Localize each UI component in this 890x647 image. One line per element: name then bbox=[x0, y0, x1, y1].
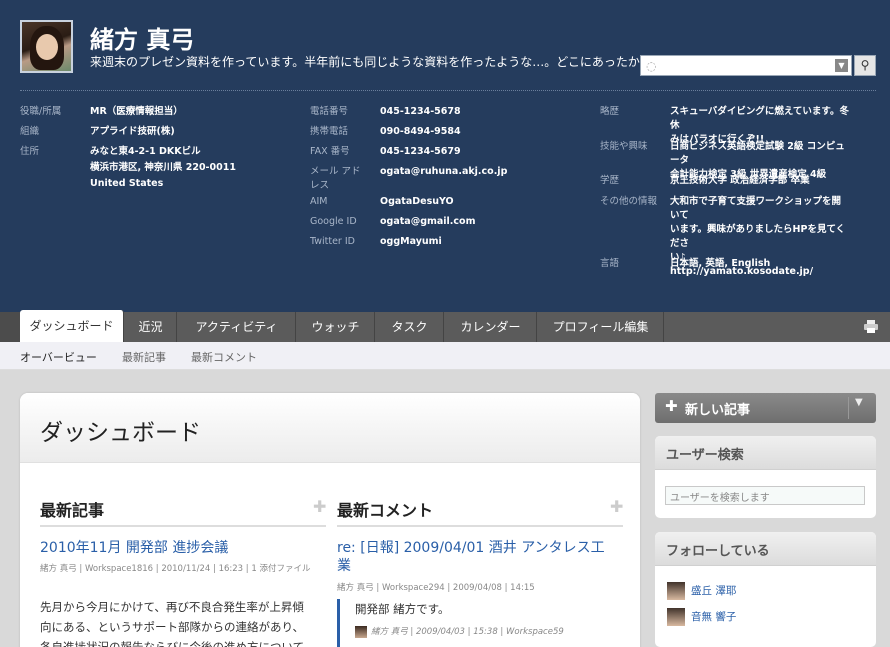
avatar bbox=[355, 625, 367, 638]
recent-posts-title: 最新記事 bbox=[40, 501, 105, 520]
post-excerpt: 先月から今月にかけて、再び不良合発生率が上昇傾向にある、というサポート部隊からの… bbox=[40, 600, 305, 647]
info-label: AIM bbox=[310, 196, 328, 207]
search-input[interactable]: ◌ ▼ bbox=[640, 55, 852, 76]
phone-value: 045-1234-5678 bbox=[380, 106, 461, 117]
info-line: 日本語, 英語, English bbox=[670, 258, 771, 269]
following-user-name: 盛丘 澤耶 bbox=[691, 585, 737, 597]
profile-header: 緒方 真弓 来週末のプレゼン資料を作っています。半年前にも同じような資料を作った… bbox=[0, 0, 890, 312]
header-divider bbox=[20, 90, 876, 91]
loading-icon: ◌ bbox=[646, 59, 657, 73]
tab-dashboard[interactable]: ダッシュボード bbox=[20, 310, 124, 342]
tab-watch[interactable]: ウォッチ bbox=[297, 312, 375, 342]
tab-activity[interactable]: アクティビティ bbox=[178, 312, 296, 342]
chevron-down-icon[interactable]: ▼ bbox=[855, 397, 863, 408]
info-value: United States bbox=[90, 178, 164, 189]
tab-calendar[interactable]: カレンダー bbox=[445, 312, 537, 342]
info-label: 携帯電話 bbox=[310, 126, 349, 137]
plus-icon: ✚ bbox=[665, 397, 678, 415]
email-link[interactable]: ogata@ruhuna.akj.co.jp bbox=[380, 165, 507, 179]
tab-tasks[interactable]: タスク bbox=[376, 312, 444, 342]
profile-avatar[interactable] bbox=[20, 20, 73, 73]
subnav-recent-comments[interactable]: 最新コメント bbox=[191, 349, 257, 365]
recent-comments-title: 最新コメント bbox=[337, 501, 434, 520]
info-label: FAX 番号 bbox=[310, 146, 350, 157]
reply-meta-text: 緒方 真弓 | 2009/04/03 | 15:38 | Workspace59 bbox=[371, 627, 564, 637]
info-label: レス bbox=[310, 180, 330, 191]
info-label: Google ID bbox=[310, 216, 357, 227]
add-comment-icon[interactable]: ✚ bbox=[610, 497, 623, 516]
avatar bbox=[667, 582, 685, 600]
info-label: メール アド bbox=[310, 166, 361, 177]
following-user-name: 音無 響子 bbox=[691, 611, 737, 623]
avatar bbox=[667, 608, 685, 626]
comment-text: 開発部 緒方です。 bbox=[355, 602, 450, 616]
info-label: Twitter ID bbox=[310, 236, 355, 247]
info-value: 横浜市港区, 神奈川県 220-0011 bbox=[90, 162, 236, 173]
info-line: 日商ビジネス英語検定試験 2級 コンピュータ bbox=[670, 141, 845, 166]
info-value: アプライド技研(株) bbox=[90, 126, 175, 137]
user-search-box: ユーザー検索 ユーザーを検索します bbox=[655, 436, 876, 518]
mobile-value: 090-8494-9584 bbox=[380, 126, 461, 137]
info-label: その他の情報 bbox=[600, 196, 658, 207]
post-meta: 緒方 真弓 | Workspace1816 | 2010/11/24 | 16:… bbox=[40, 564, 311, 574]
info-column-3: 略歴 スキューバダイビングに燃えています。冬休 みはパラオに行くぞ!! 技能や興味… bbox=[600, 105, 885, 277]
fax-value: 045-1234-5679 bbox=[380, 146, 461, 157]
info-column-2: 電話番号 045-1234-5678 携帯電話 090-8494-9584 FAX … bbox=[310, 105, 590, 255]
info-value: みなと東4-2-1 DKKビル bbox=[90, 146, 201, 157]
panel-header: ダッシュボード bbox=[20, 393, 640, 463]
info-line: スキューバダイビングに燃えています。冬休 bbox=[670, 106, 849, 131]
post-title-link[interactable]: 2010年11月 開発部 進捗会議 bbox=[40, 539, 228, 557]
info-line: 京王技術大学 政治経済学部 卒業 bbox=[670, 175, 810, 186]
info-line: います。興味がありましたらHPを見てくださ bbox=[670, 224, 846, 249]
comment-title-line: re: [日報] 2009/04/01 酒井 アンタレス工 bbox=[337, 540, 605, 556]
tab-recent-status[interactable]: 近況 bbox=[125, 312, 177, 342]
info-label: 言語 bbox=[600, 258, 620, 269]
info-label: 住所 bbox=[20, 146, 40, 157]
user-search-title: ユーザー検索 bbox=[666, 448, 744, 463]
following-box: フォローしている 盛丘 澤耶 音無 響子 bbox=[655, 532, 876, 647]
info-label: 役職/所属 bbox=[20, 106, 62, 117]
tab-bar: ダッシュボード 近況 アクティビティ ウォッチ タスク カレンダー プロフィール… bbox=[0, 310, 890, 342]
new-post-label: 新しい記事 bbox=[685, 403, 751, 418]
new-post-button[interactable]: ✚ 新しい記事 ▼ bbox=[655, 393, 876, 423]
tab-profile-edit[interactable]: プロフィール編集 bbox=[538, 312, 664, 342]
comment-title-link[interactable]: re: [日報] 2009/04/01 酒井 アンタレス工 業 bbox=[337, 539, 605, 575]
google-id-value: ogata@gmail.com bbox=[380, 216, 476, 227]
page-title: ダッシュボード bbox=[40, 420, 201, 446]
chevron-down-icon[interactable]: ▼ bbox=[835, 59, 848, 72]
info-label: 略歴 bbox=[600, 106, 620, 117]
profile-name: 緒方 真弓 bbox=[90, 26, 195, 54]
dashboard-panel: ダッシュボード 最新記事 ✚ 最新コメント ✚ 2010年11月 開発部 進捗会… bbox=[20, 393, 640, 647]
comment-meta: 緒方 真弓 | Workspace294 | 2009/04/08 | 14:1… bbox=[337, 583, 535, 593]
info-column-1: 役職/所属 MR（医療情報担当） 組織 アプライド技研(株) 住所 みなと東4-2-1… bbox=[20, 105, 300, 193]
info-line: 大和市で子育て支援ワークショップを開いて bbox=[670, 196, 842, 221]
aim-value: OgataDesuYO bbox=[380, 196, 454, 207]
search-button[interactable]: ⚲ bbox=[854, 55, 876, 76]
info-label: 電話番号 bbox=[310, 106, 349, 117]
section-divider bbox=[40, 525, 326, 527]
subnav-recent-posts[interactable]: 最新記事 bbox=[122, 349, 166, 365]
following-title: フォローしている bbox=[666, 544, 770, 559]
info-label: 組織 bbox=[20, 126, 40, 137]
comment-title-line: 業 bbox=[337, 558, 351, 574]
following-user[interactable]: 音無 響子 bbox=[667, 608, 736, 626]
section-divider bbox=[337, 525, 623, 527]
add-post-icon[interactable]: ✚ bbox=[313, 497, 326, 516]
comment-quote: 開発部 緒方です。 緒方 真弓 | 2009/04/03 | 15:38 | W… bbox=[337, 599, 605, 647]
twitter-id-value: oggMayumi bbox=[380, 236, 442, 247]
info-value: MR（医療情報担当） bbox=[90, 106, 183, 117]
profile-status: 来週末のプレゼン資料を作っています。半年前にも同じような資料を作ったような…。ど… bbox=[90, 55, 664, 69]
info-label: 学歴 bbox=[600, 175, 620, 186]
following-user[interactable]: 盛丘 澤耶 bbox=[667, 582, 736, 600]
comment-reply-meta: 緒方 真弓 | 2009/04/03 | 15:38 | Workspace59 bbox=[355, 625, 564, 638]
print-icon[interactable] bbox=[864, 320, 878, 333]
search-icon: ⚲ bbox=[860, 58, 870, 72]
user-search-input[interactable]: ユーザーを検索します bbox=[665, 486, 865, 505]
info-label: 技能や興味 bbox=[600, 141, 648, 152]
subnav-overview[interactable]: オーバービュー bbox=[20, 349, 97, 365]
sub-navigation: オーバービュー 最新記事 最新コメント bbox=[0, 342, 890, 370]
